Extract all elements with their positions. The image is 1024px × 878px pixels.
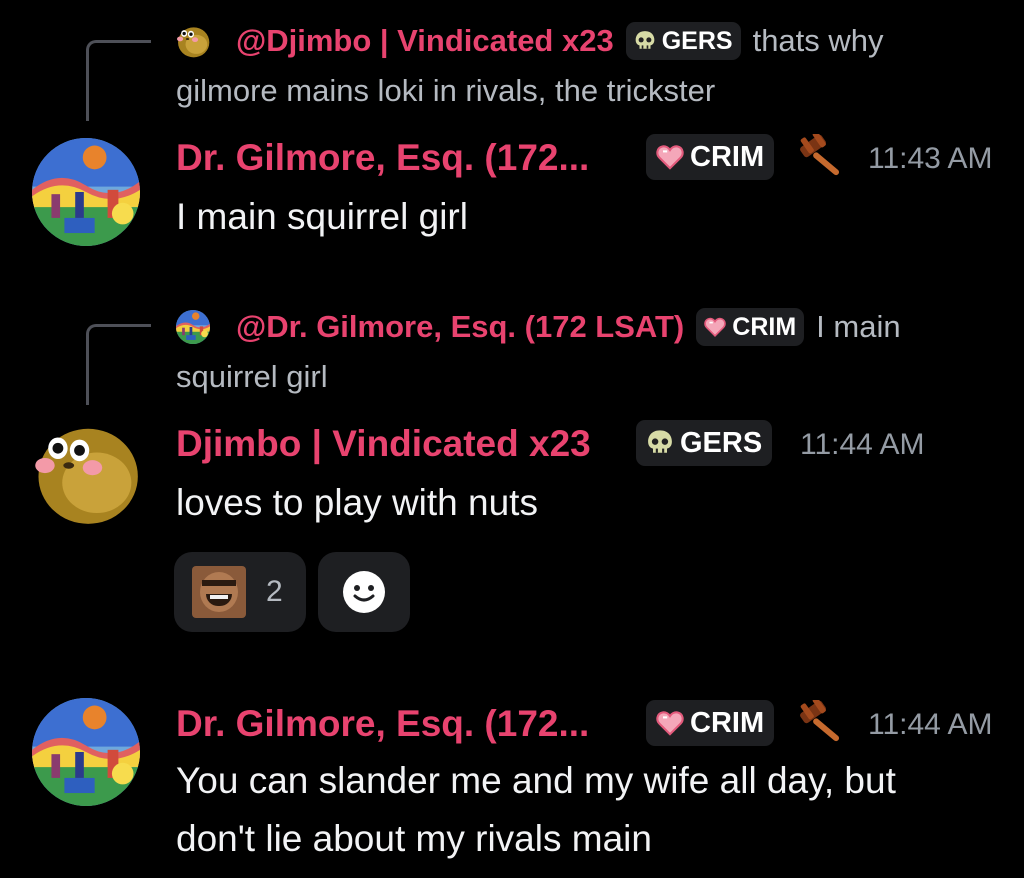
message-text-line: You can slander me and my wife all day, … xyxy=(176,760,896,801)
reaction-pill[interactable]: 2 xyxy=(174,552,306,632)
gavel-icon xyxy=(796,134,846,183)
reply-preview[interactable]: @Djimbo | Vindicated x23 GERS thats why xyxy=(236,22,884,60)
reply-preview[interactable]: @Dr. Gilmore, Esq. (172 LSAT) CRIM I mai… xyxy=(236,308,901,346)
tag-label: GERS xyxy=(680,426,763,459)
add-reaction-button[interactable] xyxy=(318,552,410,632)
timestamp: 11:43 AM xyxy=(868,142,993,175)
laughing-man-emoji-icon xyxy=(192,566,246,618)
reply-spine xyxy=(86,40,151,121)
reply-text: I main xyxy=(816,309,901,344)
avatar[interactable] xyxy=(32,138,140,246)
tag-label: CRIM xyxy=(732,313,797,341)
skull-icon xyxy=(646,429,674,457)
avatar[interactable] xyxy=(32,418,140,526)
message-text: loves to play with nuts xyxy=(176,482,538,523)
heart-icon xyxy=(656,709,684,737)
reply-tag-badge: GERS xyxy=(625,22,741,60)
reply-avatar[interactable] xyxy=(176,24,210,58)
message-text: I main squirrel girl xyxy=(176,196,468,237)
skull-icon xyxy=(634,30,656,52)
username[interactable]: Dr. Gilmore, Esq. (172... xyxy=(176,136,589,180)
reply-avatar[interactable] xyxy=(176,310,210,344)
tag-label: CRIM xyxy=(690,140,765,173)
username[interactable]: Djimbo | Vindicated x23 xyxy=(176,422,591,466)
role-tag-badge[interactable]: CRIM xyxy=(646,700,775,746)
role-tag-badge[interactable]: CRIM xyxy=(646,134,775,180)
reply-text-continued: gilmore mains loki in rivals, the tricks… xyxy=(176,73,716,108)
gavel-icon xyxy=(796,700,846,749)
message-text-line: don't lie about my rivals main xyxy=(176,818,652,859)
tag-label: CRIM xyxy=(690,706,765,739)
heart-icon xyxy=(704,316,726,338)
reply-text-continued: squirrel girl xyxy=(176,359,328,394)
tag-label: GERS xyxy=(661,27,733,55)
reply-tag-badge: CRIM xyxy=(696,308,805,346)
reply-spine xyxy=(86,324,151,405)
heart-icon xyxy=(656,143,684,171)
reply-author[interactable]: @Dr. Gilmore, Esq. (172 LSAT) xyxy=(236,308,684,346)
reply-text: thats why xyxy=(752,23,884,58)
role-tag-badge[interactable]: GERS xyxy=(636,420,773,466)
avatar[interactable] xyxy=(32,698,140,806)
username[interactable]: Dr. Gilmore, Esq. (172... xyxy=(176,702,589,746)
reaction-count: 2 xyxy=(266,575,283,608)
smiley-icon xyxy=(343,571,385,613)
timestamp: 11:44 AM xyxy=(800,428,925,461)
timestamp: 11:44 AM xyxy=(868,708,993,741)
reply-author[interactable]: @Djimbo | Vindicated x23 xyxy=(236,22,614,60)
